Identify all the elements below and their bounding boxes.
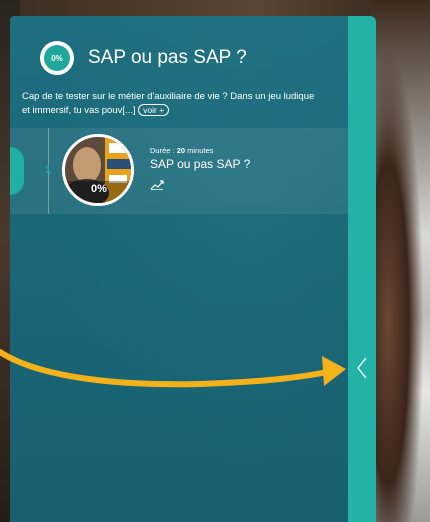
voir-plus-button[interactable]: voir + bbox=[138, 104, 170, 116]
background-photo-right bbox=[370, 0, 430, 522]
thumbnail-progress: 0% bbox=[91, 183, 107, 195]
duration-value: 20 bbox=[176, 146, 186, 155]
module-description: Cap de te tester sur le métier d'auxilia… bbox=[22, 90, 322, 118]
activity-title[interactable]: SAP ou pas SAP ? bbox=[150, 157, 250, 171]
activity-list-item[interactable]: 1 0% Durée : 20 minutes SAP ou pas SAP ? bbox=[10, 128, 348, 214]
module-progress-value: 0% bbox=[44, 45, 70, 71]
item-index: 1 bbox=[44, 164, 52, 176]
item-tab-marker bbox=[10, 147, 24, 195]
module-title: SAP ou pas SAP ? bbox=[88, 47, 247, 68]
chevron-left-icon[interactable] bbox=[354, 356, 370, 380]
module-header: 0% SAP ou pas SAP ? bbox=[40, 38, 338, 78]
module-panel: 0% SAP ou pas SAP ? Cap de te tester sur… bbox=[10, 16, 348, 522]
duration-unit: minutes bbox=[185, 146, 214, 155]
background-photo-top bbox=[0, 0, 430, 16]
activity-thumbnail[interactable]: 0% bbox=[62, 134, 134, 206]
level-chart-icon bbox=[150, 180, 164, 190]
module-progress-badge: 0% bbox=[40, 41, 74, 75]
duration-label: Durée : bbox=[150, 146, 177, 155]
panel-toggle-rail[interactable] bbox=[348, 16, 376, 522]
activity-meta: Durée : 20 minutes SAP ou pas SAP ? bbox=[150, 146, 250, 171]
activity-duration: Durée : 20 minutes bbox=[150, 146, 250, 155]
